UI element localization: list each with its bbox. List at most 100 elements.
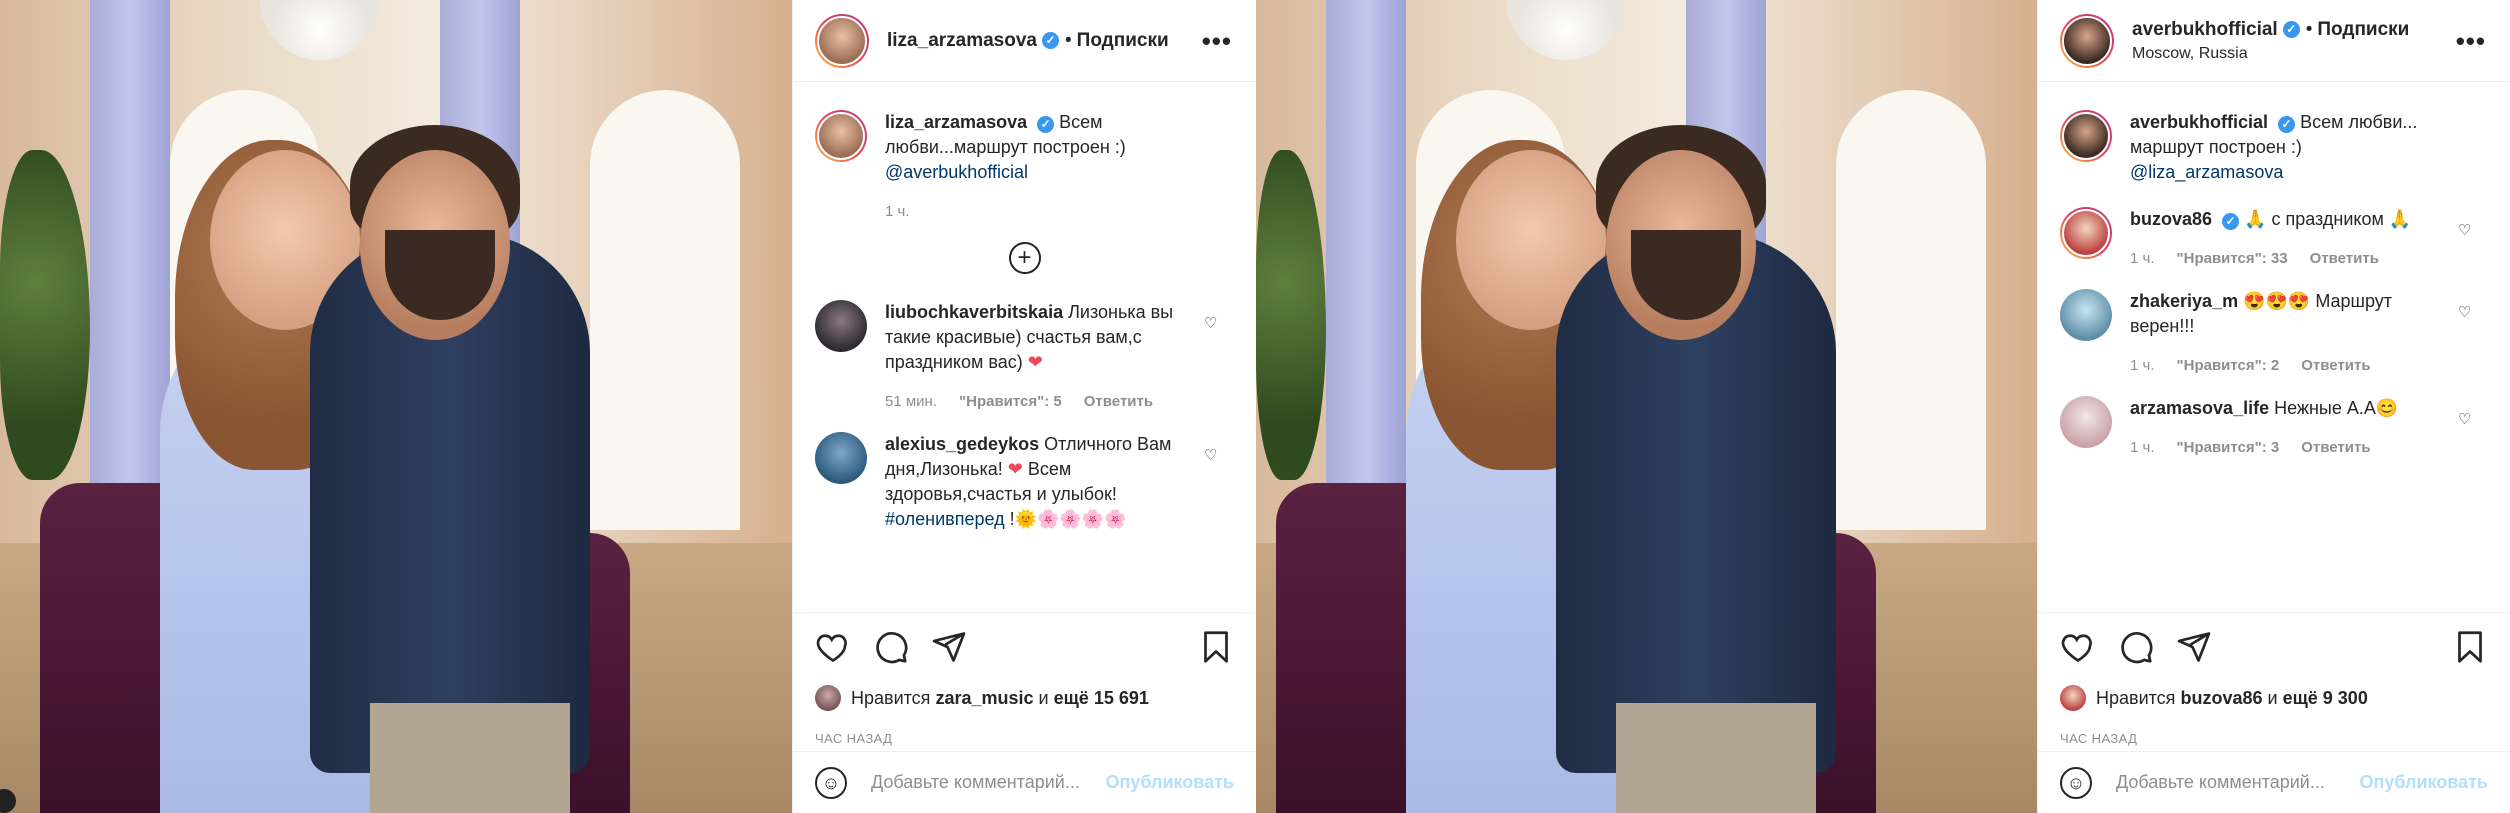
- comment-meta: 1 ч. "Нравится": 33 Ответить: [2130, 250, 2448, 267]
- comment-meta: 51 мин. "Нравится": 5 Ответить: [885, 393, 1194, 410]
- post-sidebar: averbukhofficial ✓ • Подписки Moscow, Ru…: [2037, 0, 2510, 813]
- more-options-icon[interactable]: •••: [1202, 28, 1232, 54]
- bookmark-icon[interactable]: [2452, 629, 2488, 665]
- verified-badge-icon: ✓: [2222, 213, 2240, 230]
- mention-link[interactable]: @averbukhofficial: [885, 162, 1028, 182]
- post-header: averbukhofficial ✓ • Подписки Moscow, Ru…: [2038, 0, 2510, 82]
- comment-icon[interactable]: [873, 629, 909, 665]
- likes-count[interactable]: ещё 9 300: [2283, 688, 2368, 709]
- caption-username[interactable]: liza_arzamasova: [885, 112, 1027, 132]
- reply-button[interactable]: Ответить: [2310, 250, 2379, 267]
- hashtag-link[interactable]: #оленивперед: [885, 509, 1005, 529]
- avatar[interactable]: [815, 432, 867, 484]
- username[interactable]: averbukhofficial: [2132, 19, 2278, 41]
- heart-emoji: ❤: [1027, 352, 1043, 372]
- comment-username[interactable]: liubochkaverbitskaia: [885, 302, 1063, 322]
- action-icons: [815, 627, 1234, 667]
- comment-input[interactable]: [2114, 771, 2360, 794]
- avatar[interactable]: [2060, 207, 2112, 259]
- add-comment-bar: ☺ Опубликовать: [2038, 751, 2510, 813]
- liker-username[interactable]: buzova86: [2180, 688, 2262, 709]
- comment-like-heart-icon[interactable]: ♡: [2458, 305, 2474, 321]
- comment-input[interactable]: [869, 771, 1106, 794]
- liker-avatar[interactable]: [2060, 685, 2086, 711]
- comment-username[interactable]: alexius_gedeykos: [885, 434, 1039, 454]
- publish-button[interactable]: Опубликовать: [1105, 772, 1234, 793]
- likes-middle: и: [1038, 687, 1049, 708]
- paper-plane-icon[interactable]: [931, 629, 967, 665]
- location-link[interactable]: Moscow, Russia: [2132, 45, 2456, 63]
- photo-pillar: [90, 0, 170, 520]
- comment-username[interactable]: arzamasova_life: [2130, 398, 2269, 418]
- likes-count[interactable]: ещё 15 691: [1054, 688, 1149, 709]
- comment-likes[interactable]: "Нравится": 5: [959, 393, 1062, 410]
- comment-item: arzamasova_life Нежные А.А😊 1 ч. "Нравит…: [2060, 396, 2488, 456]
- avatar[interactable]: [2060, 13, 2114, 68]
- caption-body: averbukhofficial ✓ Всем любви... маршрут…: [2130, 110, 2488, 185]
- plus-circle-icon[interactable]: +: [1008, 242, 1041, 274]
- separator-dot: •: [2305, 18, 2313, 40]
- avatar[interactable]: [2060, 110, 2112, 162]
- publish-button[interactable]: Опубликовать: [2359, 772, 2488, 793]
- avatar[interactable]: [815, 110, 867, 162]
- liker-username[interactable]: zara_music: [935, 688, 1033, 709]
- heart-emoji: ❤: [1007, 459, 1023, 479]
- caption-username[interactable]: averbukhofficial: [2130, 112, 2268, 132]
- emoji-icon[interactable]: ☺: [2060, 766, 2092, 799]
- heart-icon[interactable]: [2060, 629, 2096, 665]
- comment-like-heart-icon[interactable]: ♡: [1204, 448, 1220, 464]
- header-text: averbukhofficial ✓ • Подписки Moscow, Ru…: [2132, 19, 2456, 63]
- comment-likes[interactable]: "Нравится": 2: [2177, 357, 2280, 374]
- likes-summary: Нравится zara_music и ещё 15 691: [815, 685, 1234, 711]
- comment-likes[interactable]: "Нравится": 3: [2177, 439, 2280, 456]
- comment-content: 🙏 с праздником 🙏: [2244, 209, 2412, 229]
- comment-likes[interactable]: "Нравится": 33: [2177, 250, 2288, 267]
- caption-time[interactable]: 1 ч.: [885, 203, 910, 220]
- reply-button[interactable]: Ответить: [1084, 393, 1153, 410]
- comment-icon[interactable]: [2118, 629, 2154, 665]
- comment-content: Нежные А.А😊: [2274, 398, 2399, 418]
- emoji-icon[interactable]: ☺: [815, 766, 847, 799]
- post-time[interactable]: ЧАС НАЗАД: [815, 731, 1234, 746]
- comment-time[interactable]: 1 ч.: [2130, 357, 2155, 374]
- more-options-icon[interactable]: •••: [2456, 28, 2486, 54]
- comment-body: alexius_gedeykos Отличного Вам дня,Лизон…: [885, 432, 1234, 532]
- comment-time[interactable]: 1 ч.: [2130, 439, 2155, 456]
- following-button[interactable]: Подписки: [1077, 30, 1169, 52]
- comment-like-heart-icon[interactable]: ♡: [2458, 223, 2474, 239]
- comment-like-heart-icon[interactable]: ♡: [2458, 412, 2474, 428]
- comment-username[interactable]: zhakeriya_m: [2130, 291, 2238, 311]
- comments-list: averbukhofficial ✓ Всем любви... маршрут…: [2038, 82, 2510, 612]
- avatar[interactable]: [815, 13, 869, 68]
- comment-item: buzova86 ✓ 🙏 с праздником 🙏 1 ч. "Нравит…: [2060, 207, 2488, 267]
- username[interactable]: liza_arzamasova: [887, 30, 1037, 52]
- avatar[interactable]: [2060, 289, 2112, 341]
- comment-time[interactable]: 1 ч.: [2130, 250, 2155, 267]
- post-time[interactable]: ЧАС НАЗАД: [2060, 731, 2488, 746]
- post-actions: Нравится zara_music и ещё 15 691 ЧАС НАЗ…: [793, 612, 1256, 746]
- comment-time[interactable]: 51 мин.: [885, 393, 937, 410]
- post-photo[interactable]: [1256, 0, 2037, 813]
- comment-text: liubochkaverbitskaia Лизонька вы такие к…: [885, 300, 1194, 375]
- caption: averbukhofficial ✓ Всем любви... маршрут…: [2060, 110, 2488, 185]
- comment-meta: 1 ч. "Нравится": 2 Ответить: [2130, 357, 2448, 374]
- comment-text: zhakeriya_m 😍😍😍 Маршрут верен!!!: [2130, 289, 2448, 339]
- bookmark-icon[interactable]: [1198, 629, 1234, 665]
- comment-username[interactable]: buzova86: [2130, 209, 2212, 229]
- mention-link[interactable]: @liza_arzamasova: [2130, 162, 2283, 182]
- avatar[interactable]: [815, 300, 867, 352]
- liker-avatar[interactable]: [815, 685, 841, 711]
- reply-button[interactable]: Ответить: [2301, 357, 2370, 374]
- post-photo[interactable]: [0, 0, 792, 813]
- caption-body: liza_arzamasova ✓ Всем любви...маршрут п…: [885, 110, 1234, 220]
- comment-meta: 1 ч. "Нравится": 3 Ответить: [2130, 439, 2448, 456]
- comment-emoji-tail: !🌞🌸🌸🌸🌸: [1009, 509, 1127, 529]
- reply-button[interactable]: Ответить: [2301, 439, 2370, 456]
- avatar[interactable]: [2060, 396, 2112, 448]
- heart-icon[interactable]: [815, 629, 851, 665]
- likes-summary: Нравится buzova86 и ещё 9 300: [2060, 685, 2488, 711]
- following-button[interactable]: Подписки: [2317, 19, 2409, 41]
- comment-like-heart-icon[interactable]: ♡: [1204, 316, 1220, 332]
- paper-plane-icon[interactable]: [2176, 629, 2212, 665]
- header-text: liza_arzamasova ✓ • Подписки: [887, 30, 1202, 52]
